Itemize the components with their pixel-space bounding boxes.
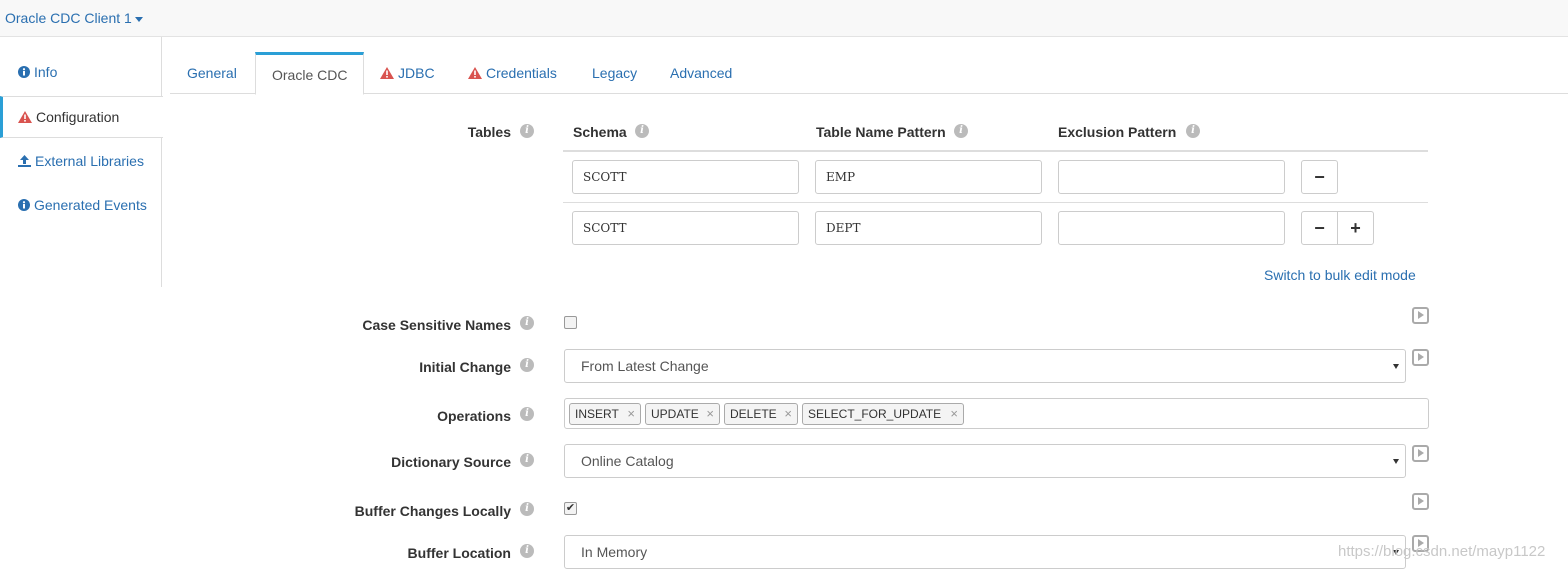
remove-tag-icon[interactable]: ×	[950, 404, 958, 424]
remove-row-button[interactable]: −	[1301, 211, 1338, 245]
info-icon[interactable]: i	[520, 453, 534, 467]
operations-label: Operations	[437, 408, 511, 424]
minus-icon: −	[1314, 217, 1325, 238]
operations-tag-input[interactable]: INSERT × UPDATE × DELETE × SELECT_FOR_UP…	[564, 398, 1429, 429]
remove-tag-icon[interactable]: ×	[706, 404, 714, 424]
sidebar-item-external-libraries[interactable]: External Libraries	[0, 140, 162, 182]
operation-tag-insert: INSERT ×	[569, 403, 641, 425]
info-icon[interactable]: i	[520, 544, 534, 558]
info-icon[interactable]: i	[520, 316, 534, 330]
minus-icon: −	[1314, 166, 1325, 187]
info-icon[interactable]: i	[1186, 124, 1200, 138]
column-header-schema: Schema	[573, 124, 627, 140]
dictionary-source-select[interactable]: Online Catalog	[564, 444, 1406, 478]
info-icon[interactable]: i	[635, 124, 649, 138]
info-circle-icon	[18, 199, 30, 211]
remove-tag-icon[interactable]: ×	[627, 404, 635, 424]
table-row-divider	[563, 202, 1428, 203]
dictionary-source-label: Dictionary Source	[391, 454, 511, 470]
tab-general[interactable]: General	[171, 52, 253, 94]
buffer-changes-locally-checkbox[interactable]: ✔	[564, 502, 577, 515]
case-sensitive-names-checkbox[interactable]	[564, 316, 577, 329]
buffer-location-select[interactable]: In Memory	[564, 535, 1406, 569]
watermark: https://blog.csdn.net/mayp1122	[1338, 543, 1546, 560]
table-name-pattern-input[interactable]: DEPT	[815, 211, 1042, 245]
sidebar-item-label: Configuration	[36, 109, 120, 125]
buffer-changes-locally-label: Buffer Changes Locally	[354, 503, 511, 519]
sidebar-item-label: Info	[34, 64, 58, 80]
dictionary-source-value: Online Catalog	[581, 453, 674, 469]
tab-jdbc[interactable]: JDBC	[364, 52, 451, 94]
play-icon[interactable]	[1412, 493, 1429, 510]
tab-label: Legacy	[592, 65, 638, 81]
initial-change-label: Initial Change	[419, 359, 511, 375]
sidebar-item-label: Generated Events	[34, 197, 147, 213]
exclusion-pattern-input[interactable]	[1058, 160, 1285, 194]
add-row-button[interactable]: +	[1337, 211, 1374, 245]
tab-credentials[interactable]: Credentials	[452, 52, 573, 94]
sidebar-item-info[interactable]: Info	[0, 51, 162, 93]
warning-icon	[468, 67, 482, 79]
caret-down-icon	[134, 16, 143, 22]
tables-label: Tables	[467, 124, 511, 140]
column-header-exclusion-pattern: Exclusion Pattern	[1058, 124, 1177, 140]
info-icon[interactable]: i	[520, 358, 534, 372]
warning-icon	[380, 67, 394, 79]
tag-label: UPDATE	[651, 407, 699, 421]
remove-row-button[interactable]: −	[1301, 160, 1338, 194]
play-icon[interactable]	[1412, 349, 1429, 366]
tab-label: Credentials	[486, 65, 557, 81]
info-icon[interactable]: i	[954, 124, 968, 138]
schema-input[interactable]: SCOTT	[572, 211, 799, 245]
tab-label: General	[187, 65, 237, 81]
operation-tag-delete: DELETE ×	[724, 403, 798, 425]
bulk-edit-link[interactable]: Switch to bulk edit mode	[1264, 267, 1416, 283]
dropdown-arrow-icon	[1393, 459, 1399, 464]
info-icon[interactable]: i	[520, 124, 534, 138]
play-icon[interactable]	[1412, 445, 1429, 462]
initial-change-value: From Latest Change	[581, 358, 709, 374]
stage-title: Oracle CDC Client 1	[5, 10, 132, 26]
table-header-divider	[563, 150, 1428, 152]
dropdown-arrow-icon	[1393, 364, 1399, 369]
table-name-pattern-input[interactable]: EMP	[815, 160, 1042, 194]
sidebar: Info Configuration External Libraries Ge…	[0, 37, 163, 287]
case-sensitive-names-label: Case Sensitive Names	[362, 317, 511, 333]
operation-tag-update: UPDATE ×	[645, 403, 720, 425]
remove-tag-icon[interactable]: ×	[784, 404, 792, 424]
tag-label: DELETE	[730, 407, 777, 421]
upload-icon	[18, 155, 31, 167]
tab-legacy[interactable]: Legacy	[576, 52, 653, 94]
tag-label: SELECT_FOR_UPDATE	[808, 407, 942, 421]
tab-label: JDBC	[398, 65, 435, 81]
initial-change-select[interactable]: From Latest Change	[564, 349, 1406, 383]
info-icon[interactable]: i	[520, 407, 534, 421]
play-icon[interactable]	[1412, 307, 1429, 324]
column-header-table-name-pattern: Table Name Pattern	[816, 124, 946, 140]
exclusion-pattern-input[interactable]	[1058, 211, 1285, 245]
tab-advanced[interactable]: Advanced	[654, 52, 748, 94]
schema-input[interactable]: SCOTT	[572, 160, 799, 194]
plus-icon: +	[1350, 217, 1361, 238]
info-icon[interactable]: i	[520, 502, 534, 516]
sidebar-item-label: External Libraries	[35, 153, 144, 169]
top-bar: Oracle CDC Client 1	[0, 0, 1568, 37]
info-circle-icon	[18, 66, 30, 78]
tag-label: INSERT	[575, 407, 619, 421]
sidebar-item-configuration[interactable]: Configuration	[0, 96, 163, 138]
buffer-location-value: In Memory	[581, 544, 648, 560]
pipeline-stage-dropdown[interactable]: Oracle CDC Client 1	[5, 10, 143, 26]
tab-oracle-cdc[interactable]: Oracle CDC	[255, 52, 365, 95]
warning-icon	[18, 111, 32, 123]
config-tabs: General Oracle CDC JDBC Credentials Lega…	[170, 52, 1568, 95]
tab-label: Oracle CDC	[272, 66, 348, 83]
buffer-location-label: Buffer Location	[407, 545, 511, 561]
sidebar-item-generated-events[interactable]: Generated Events	[0, 184, 162, 226]
tab-label: Advanced	[670, 65, 733, 81]
operation-tag-select-for-update: SELECT_FOR_UPDATE ×	[802, 403, 964, 425]
